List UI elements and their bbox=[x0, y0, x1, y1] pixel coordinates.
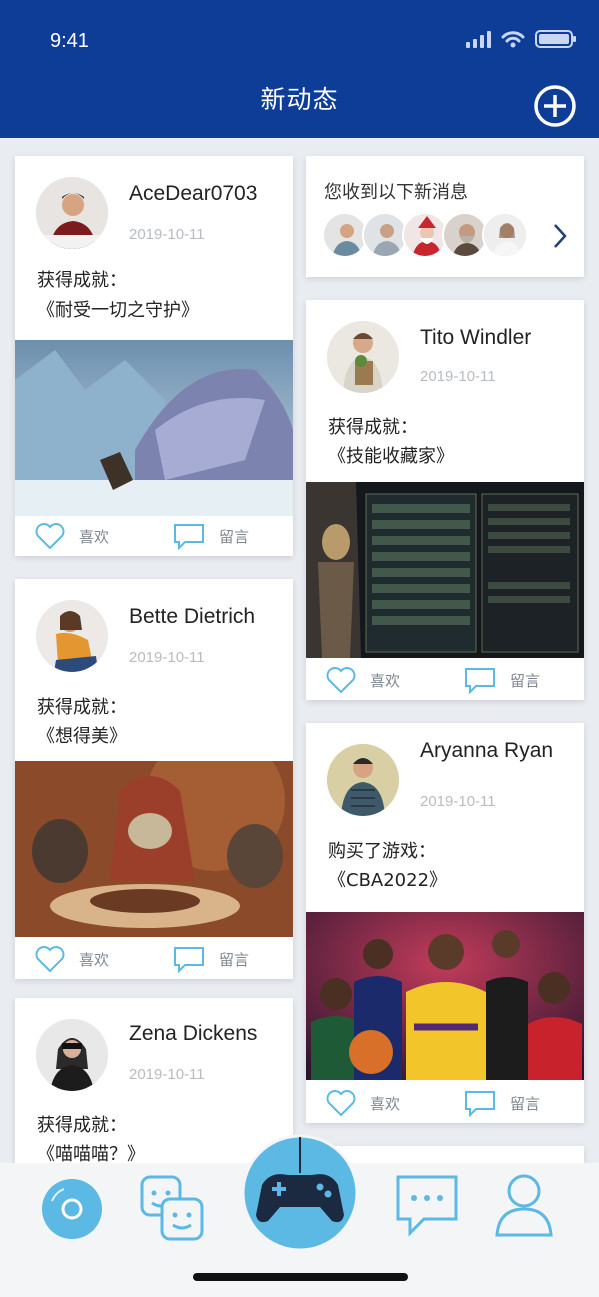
header-bar: 9:41 新动态 bbox=[0, 0, 599, 138]
heart-icon bbox=[35, 523, 65, 550]
heart-icon bbox=[326, 667, 356, 694]
post-actions: 喜欢 留言 bbox=[15, 516, 293, 556]
like-label: 喜欢 bbox=[370, 1094, 401, 1113]
activity-type: 购买了游戏： bbox=[328, 841, 436, 862]
heart-icon bbox=[326, 1090, 356, 1117]
activity-type: 获得成就： bbox=[37, 1115, 127, 1136]
comment-button[interactable]: 留言 bbox=[464, 666, 540, 694]
avatar[interactable] bbox=[36, 1019, 108, 1091]
like-button[interactable]: 喜欢 bbox=[35, 945, 109, 973]
feed-card[interactable]: Tito Windler 2019-10-11 获得成就： 《技能收藏家》 喜欢… bbox=[306, 300, 584, 700]
comment-icon bbox=[465, 1091, 495, 1117]
comment-label: 留言 bbox=[510, 1094, 541, 1113]
avatar bbox=[482, 212, 528, 258]
user-name[interactable]: AceDear0703 bbox=[129, 182, 257, 206]
page-title: 新动态 bbox=[260, 85, 339, 114]
battery-icon bbox=[535, 30, 576, 48]
comment-icon bbox=[174, 947, 204, 973]
post-actions: 喜欢 留言 bbox=[306, 1083, 584, 1123]
like-label: 喜欢 bbox=[370, 671, 401, 690]
like-button[interactable]: 喜欢 bbox=[326, 666, 400, 694]
chat-icon[interactable] bbox=[394, 1173, 460, 1237]
activity-type: 获得成就： bbox=[37, 270, 127, 291]
post-date: 2019-10-11 bbox=[420, 793, 496, 810]
signal-icon bbox=[466, 30, 491, 48]
activity-type: 获得成就： bbox=[37, 697, 127, 718]
activity-content: 《CBA2022》 bbox=[328, 870, 448, 891]
comment-label: 留言 bbox=[219, 527, 250, 546]
messages-card[interactable]: 您收到以下新消息 bbox=[306, 156, 584, 277]
faces-icon[interactable] bbox=[138, 1173, 208, 1243]
comment-button[interactable]: 留言 bbox=[173, 945, 249, 973]
user-name[interactable]: Bette Dietrich bbox=[129, 605, 255, 629]
gamepad-icon[interactable] bbox=[240, 1133, 360, 1253]
activity-content: 《想得美》 bbox=[37, 726, 127, 747]
feed-card[interactable]: AceDear0703 2019-10-11 获得成就： 《耐受一切之守护》 喜… bbox=[15, 156, 293, 556]
avatar[interactable] bbox=[327, 744, 399, 816]
comment-button[interactable]: 留言 bbox=[464, 1089, 540, 1117]
feed-card[interactable]: Aryanna Ryan 2019-10-11 购买了游戏： 《CBA2022》… bbox=[306, 723, 584, 1123]
wifi-icon bbox=[501, 31, 525, 48]
home-indicator bbox=[193, 1273, 408, 1281]
avatar[interactable] bbox=[327, 321, 399, 393]
feed-card[interactable]: Bette Dietrich 2019-10-11 获得成就： 《想得美》 喜欢… bbox=[15, 579, 293, 979]
plus-circle-icon[interactable] bbox=[533, 84, 577, 128]
avatar[interactable] bbox=[36, 177, 108, 249]
post-date: 2019-10-11 bbox=[129, 649, 205, 666]
post-date: 2019-10-11 bbox=[129, 226, 205, 243]
disc-icon[interactable] bbox=[40, 1177, 104, 1241]
user-name[interactable]: Aryanna Ryan bbox=[420, 739, 553, 763]
post-image[interactable] bbox=[306, 912, 584, 1080]
comment-icon bbox=[174, 524, 204, 550]
status-time: 9:41 bbox=[50, 30, 89, 52]
avatar[interactable] bbox=[36, 600, 108, 672]
like-label: 喜欢 bbox=[79, 950, 110, 969]
comment-label: 留言 bbox=[510, 671, 541, 690]
like-button[interactable]: 喜欢 bbox=[35, 522, 109, 550]
post-date: 2019-10-11 bbox=[129, 1066, 205, 1083]
activity-content: 《耐受一切之守护》 bbox=[37, 300, 199, 321]
heart-icon bbox=[35, 946, 65, 973]
comment-button[interactable]: 留言 bbox=[173, 522, 249, 550]
post-image[interactable] bbox=[15, 340, 293, 516]
user-name[interactable]: Zena Dickens bbox=[129, 1022, 257, 1046]
activity-content: 《技能收藏家》 bbox=[328, 446, 454, 467]
user-name[interactable]: Tito Windler bbox=[420, 326, 531, 350]
chevron-right-icon[interactable] bbox=[552, 222, 568, 250]
message-avatars bbox=[322, 212, 528, 258]
post-actions: 喜欢 留言 bbox=[15, 939, 293, 979]
comment-label: 留言 bbox=[219, 950, 250, 969]
like-label: 喜欢 bbox=[79, 527, 110, 546]
activity-type: 获得成就： bbox=[328, 417, 418, 438]
comment-icon bbox=[465, 668, 495, 694]
post-image[interactable] bbox=[15, 761, 293, 937]
like-button[interactable]: 喜欢 bbox=[326, 1089, 400, 1117]
post-date: 2019-10-11 bbox=[420, 368, 496, 385]
post-actions: 喜欢 留言 bbox=[306, 660, 584, 700]
messages-title: 您收到以下新消息 bbox=[324, 182, 468, 203]
status-icons bbox=[466, 30, 576, 48]
profile-icon[interactable] bbox=[494, 1171, 554, 1237]
post-image[interactable] bbox=[306, 482, 584, 658]
